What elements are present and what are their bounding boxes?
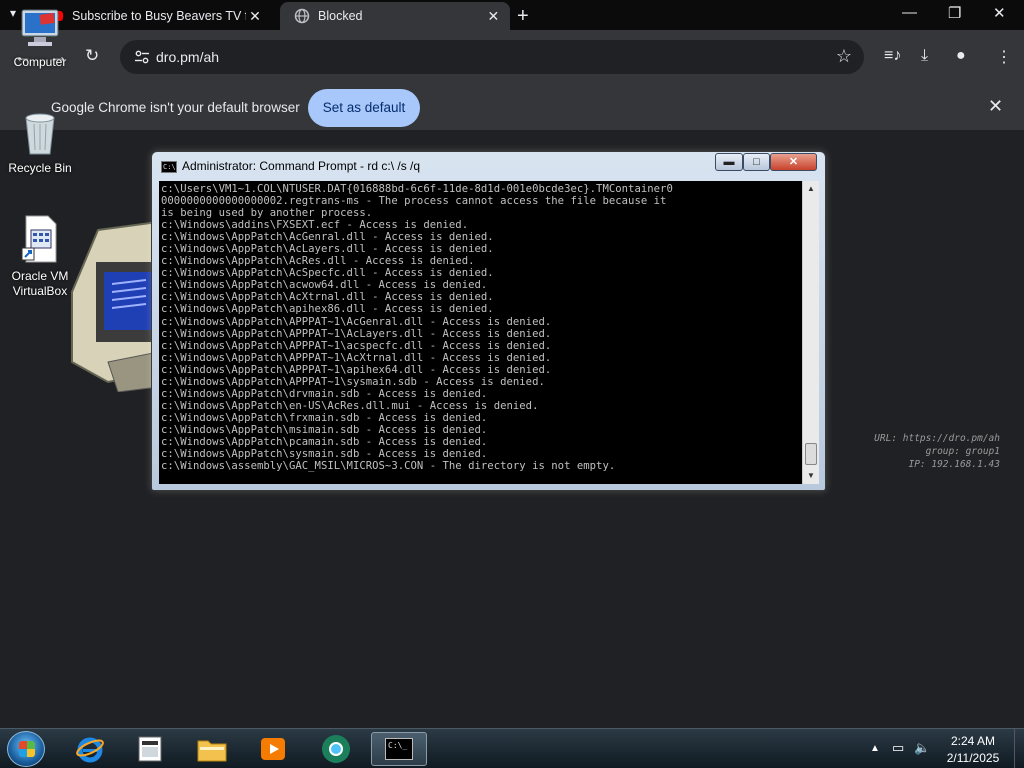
reload-icon[interactable]: ↻ — [85, 46, 99, 66]
watermark-url: URL: https://dro.pm/ah — [874, 433, 1000, 444]
minimize-icon[interactable]: — — [902, 4, 917, 21]
console-line: c:\Windows\AppPatch\APPPAT~1\acspecfc.dl… — [161, 339, 552, 352]
console-line: c:\Windows\AppPatch\APPPAT~1\apihex64.dl… — [161, 363, 552, 376]
clock-time: 2:24 AM — [950, 734, 996, 748]
cmd-title: Administrator: Command Prompt - rd c:\ /… — [182, 159, 421, 173]
infobar-message: Google Chrome isn't your default browser — [51, 100, 300, 115]
console-line: c:\Users\VM1~1.COL\NTUSER.DAT{016888bd-6… — [161, 183, 673, 195]
cmd-window[interactable]: C:\ Administrator: Command Prompt - rd c… — [151, 151, 826, 491]
document-app-icon — [138, 736, 162, 762]
icon-label: Recycle Bin — [8, 161, 72, 175]
console-line: c:\Windows\AppPatch\AcGenral.dll - Acces… — [161, 231, 494, 244]
taskbar-app-button[interactable] — [124, 732, 176, 766]
close-infobar-icon[interactable]: ✕ — [988, 96, 1003, 117]
console-line: c:\Windows\AppPatch\APPPAT~1\sysmain.sdb… — [161, 375, 545, 388]
console-line: c:\Windows\AppPatch\acwow64.dll - Access… — [161, 279, 488, 292]
profile-icon[interactable]: ● — [956, 47, 966, 65]
clock-date: 2/11/2025 — [946, 751, 1000, 765]
folder-icon — [197, 740, 227, 762]
tab-blocked[interactable]: Blocked ✕ — [280, 2, 510, 30]
media-control-icon[interactable]: ≡♪ — [884, 47, 901, 65]
console-line: c:\Windows\AppPatch\AcXtrnal.dll - Acces… — [161, 291, 494, 304]
close-tab-icon[interactable]: ✕ — [485, 8, 502, 25]
vintage-computer-image — [71, 222, 158, 392]
media-player-icon — [261, 738, 285, 760]
cmd-icon: C:\_ — [385, 738, 413, 760]
new-tab-button[interactable]: + — [517, 5, 529, 28]
computer-icon — [21, 9, 59, 46]
chrome-icon — [322, 735, 350, 763]
tab-title: Subscribe to Busy Beavers TV fo — [72, 9, 247, 23]
restore-icon[interactable]: ❐ — [948, 4, 961, 22]
console-line: c:\Windows\AppPatch\frxmain.sdb - Access… — [161, 411, 488, 424]
cmd-maximize-button[interactable]: □ — [743, 153, 770, 171]
taskbar: C:\_ ▲ ▭ 🔈 2:24 AM 2/11/2025 — [0, 728, 1024, 768]
show-desktop-button[interactable] — [1014, 729, 1024, 768]
globe-icon — [294, 8, 310, 24]
cmd-close-button[interactable]: ✕ — [770, 153, 817, 171]
network-icon[interactable]: ▭ — [892, 740, 904, 756]
console-line: c:\Windows\AppPatch\AcSpecfc.dll - Acces… — [161, 267, 494, 280]
tab-strip: ▾ Subscribe to Busy Beavers TV fo ✕ Bloc… — [0, 0, 1024, 30]
console-line: c:\Windows\AppPatch\en-US\AcRes.dll.mui … — [161, 399, 539, 412]
cmd-titlebar[interactable]: C:\ Administrator: Command Prompt - rd c… — [152, 152, 825, 182]
desktop-screen: ▾ Subscribe to Busy Beavers TV fo ✕ Bloc… — [0, 0, 1024, 768]
close-window-icon[interactable]: ✕ — [993, 4, 1006, 22]
menu-kebab-icon[interactable]: ⋮ — [996, 47, 1012, 67]
watermark: URL: https://dro.pm/ah group: group1 IP:… — [840, 432, 1000, 471]
watermark-ip: IP: 192.168.1.43 — [908, 459, 1000, 470]
console-line: is being used by another process. — [161, 207, 373, 220]
system-clock[interactable]: 2:24 AM 2/11/2025 — [940, 733, 1006, 767]
taskbar-media-button[interactable] — [247, 732, 299, 766]
bookmark-star-icon[interactable]: ☆ — [836, 46, 852, 67]
scroll-up-arrow-icon[interactable]: ▲ — [803, 181, 819, 197]
default-browser-infobar: Google Chrome isn't your default browser… — [0, 86, 1024, 130]
scroll-thumb[interactable] — [805, 443, 817, 465]
console-line: c:\Windows\AppPatch\apihex86.dll - Acces… — [161, 303, 494, 316]
cmd-console-output[interactable]: c:\Users\VM1~1.COL\NTUSER.DAT{016888bd-6… — [159, 181, 802, 484]
site-info-icon[interactable] — [134, 49, 150, 65]
start-button[interactable] — [7, 731, 45, 767]
close-tab-icon[interactable]: ✕ — [246, 8, 264, 25]
cmd-minimize-button[interactable]: ▬ — [715, 153, 743, 171]
console-line: c:\Windows\addins\FXSEXT.ecf - Access is… — [161, 219, 469, 232]
browser-toolbar: ← → ↻ dro.pm/ah ☆ ≡♪ ⤓ ● ⋮ — [0, 30, 1024, 86]
taskbar-ie-button[interactable] — [64, 732, 116, 766]
virtualbox-icon — [21, 215, 57, 263]
console-line: c:\Windows\AppPatch\pcamain.sdb - Access… — [161, 435, 488, 448]
taskbar-cmd-button[interactable]: C:\_ — [371, 732, 427, 766]
windows-logo-icon — [19, 741, 35, 757]
console-line: c:\Windows\AppPatch\msimain.sdb - Access… — [161, 423, 488, 436]
icon-label: Computer — [13, 55, 67, 69]
recycle-bin-desktop-icon[interactable]: Recycle Bin — [0, 110, 80, 176]
console-line: c:\Windows\AppPatch\APPPAT~1\AcGenral.dl… — [161, 315, 552, 328]
console-line: c:\Windows\AppPatch\APPPAT~1\AcLayers.dl… — [161, 327, 552, 340]
show-hidden-icons-icon[interactable]: ▲ — [870, 743, 880, 754]
cmd-window-icon: C:\ — [161, 161, 177, 173]
console-line: c:\Windows\AppPatch\APPPAT~1\AcXtrnal.dl… — [161, 351, 552, 364]
recycle-bin-icon — [25, 113, 55, 155]
internet-explorer-icon — [76, 737, 104, 763]
computer-desktop-icon[interactable]: Computer — [0, 6, 80, 70]
tab-title: Blocked — [318, 9, 363, 23]
url-text: dro.pm/ah — [156, 49, 220, 65]
console-line: c:\Windows\AppPatch\drvmain.sdb - Access… — [161, 387, 488, 400]
console-line: c:\Windows\assembly\GAC_MSIL\MICROS~3.CO… — [161, 460, 616, 473]
address-bar[interactable]: dro.pm/ah ☆ — [120, 40, 864, 74]
console-line: c:\Windows\AppPatch\AcLayers.dll - Acces… — [161, 243, 494, 256]
taskbar-explorer-button[interactable] — [186, 732, 238, 766]
console-line: c:\Windows\AppPatch\AcRes.dll - Access i… — [161, 255, 475, 268]
scroll-down-arrow-icon[interactable]: ▼ — [803, 468, 819, 484]
console-line: 0000000000000000002.regtrans-ms - The pr… — [161, 195, 667, 208]
watermark-group: group: group1 — [925, 446, 1000, 457]
console-line: c:\Windows\AppPatch\sysmain.sdb - Access… — [161, 448, 488, 461]
taskbar-chrome-button[interactable] — [310, 732, 362, 766]
download-icon[interactable]: ⤓ — [921, 47, 928, 65]
cmd-scrollbar[interactable]: ▲ ▼ — [802, 181, 819, 484]
set-as-default-button[interactable]: Set as default — [308, 89, 420, 127]
volume-muted-icon[interactable]: 🔈 — [914, 740, 930, 756]
